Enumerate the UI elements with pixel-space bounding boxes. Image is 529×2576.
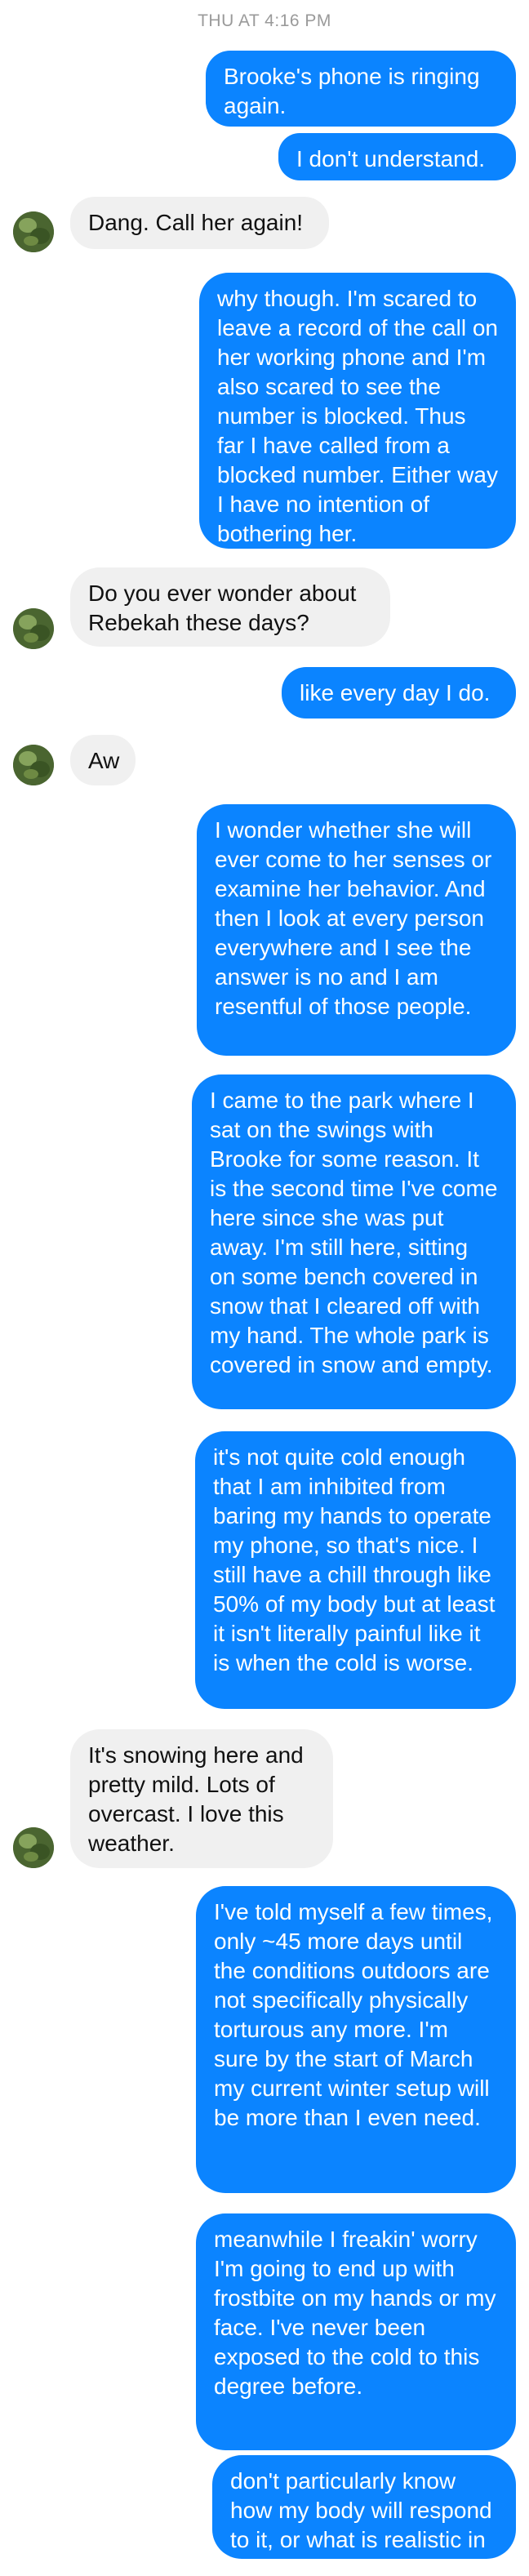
contact-avatar[interactable] xyxy=(13,608,54,649)
sent-message-bubble[interactable]: don't particularly know how my body will… xyxy=(212,2455,516,2576)
thread-timestamp: THU AT 4:16 PM xyxy=(198,11,331,30)
sent-message-bubble[interactable]: it's not quite cold enough that I am inh… xyxy=(195,1431,516,1709)
sent-message-bubble[interactable]: I don't understand. xyxy=(278,133,516,180)
contact-avatar[interactable] xyxy=(13,211,54,252)
avatar-photo-icon xyxy=(13,211,54,252)
avatar-photo-icon xyxy=(13,745,54,785)
contact-avatar[interactable] xyxy=(13,745,54,785)
sent-message-bubble[interactable]: meanwhile I freakin' worry I'm going to … xyxy=(196,2213,516,2450)
received-message-bubble[interactable]: Dang. Call her again! xyxy=(70,197,329,249)
received-message-bubble[interactable]: Do you ever wonder about Rebekah these d… xyxy=(70,567,390,647)
avatar-photo-icon xyxy=(13,608,54,649)
avatar-photo-icon xyxy=(13,1827,54,1868)
contact-avatar[interactable] xyxy=(13,1827,54,1868)
sent-message-bubble[interactable]: I've told myself a few times, only ~45 m… xyxy=(196,1886,516,2193)
sent-message-bubble[interactable]: Brooke's phone is ringing again. xyxy=(206,51,516,127)
received-message-bubble[interactable]: Aw xyxy=(70,735,136,785)
received-message-bubble[interactable]: It's snowing here and pretty mild. Lots … xyxy=(70,1729,333,1868)
sent-message-bubble[interactable]: I came to the park where I sat on the sw… xyxy=(192,1074,516,1409)
sent-message-bubble[interactable]: I wonder whether she will ever come to h… xyxy=(197,804,516,1056)
sent-message-bubble[interactable]: like every day I do. xyxy=(282,667,516,719)
sent-message-bubble[interactable]: why though. I'm scared to leave a record… xyxy=(199,273,516,549)
